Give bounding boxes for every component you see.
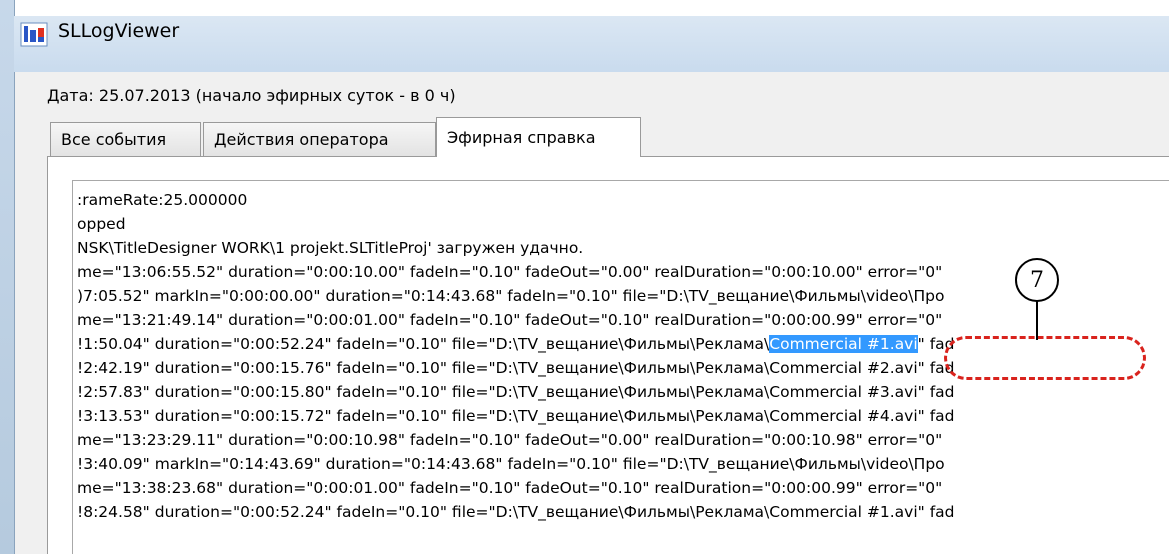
tab-label: Все события [61, 130, 167, 149]
callout-highlight-outline [944, 336, 1146, 380]
log-line: !2:57.83" duration="0:00:15.80" fadeIn="… [77, 383, 955, 401]
log-line: me="13:06:55.52" duration="0:00:10.00" f… [77, 263, 943, 281]
log-line: !3:40.09" markIn="0:14:43.69" duration="… [77, 455, 945, 473]
app-window: SLLogViewer Дата: 25.07.2013 (начало эфи… [0, 0, 1169, 554]
tab-operator-actions[interactable]: Действия оператора [203, 122, 436, 156]
tab-all-events[interactable]: Все события [50, 122, 201, 156]
log-line: me="13:21:49.14" duration="0:00:01.00" f… [77, 311, 943, 329]
window-frame-left [0, 0, 15, 554]
tab-broadcast-report[interactable]: Эфирная справка [436, 117, 641, 157]
log-line: :rameRate:25.000000 [77, 191, 248, 209]
log-line: me="13:23:29.11" duration="0:00:10.98" f… [77, 431, 943, 449]
log-line-prefix: !1:50.04" duration="0:00:52.24" fadeIn="… [77, 335, 770, 353]
log-line: !8:24.58" duration="0:00:52.24" fadeIn="… [77, 503, 955, 521]
log-line: !3:13.53" duration="0:00:15.72" fadeIn="… [77, 407, 955, 425]
tab-label: Эфирная справка [447, 128, 596, 147]
log-line: opped [77, 215, 126, 233]
date-label: Дата: 25.07.2013 (начало эфирных суток -… [47, 86, 456, 105]
log-line: )7:05.52" markIn="0:00:00.00" duration="… [77, 287, 945, 305]
tab-label: Действия оператора [214, 130, 389, 149]
log-viewer-app-icon [20, 22, 48, 47]
log-line-selected: !1:50.04" duration="0:00:52.24" fadeIn="… [77, 335, 955, 353]
selected-filename[interactable]: Commercial #1.avi [769, 335, 918, 353]
log-line: NSK\TitleDesigner WORK\1 projekt.SLTitle… [77, 239, 584, 257]
log-line: !2:42.19" duration="0:00:15.76" fadeIn="… [77, 359, 955, 377]
window-title: SLLogViewer [58, 20, 180, 42]
title-bar[interactable] [14, 16, 1169, 72]
callout-leader-line [1036, 300, 1038, 340]
log-line: me="13:38:23.68" duration="0:00:01.00" f… [77, 479, 943, 497]
callout-number-badge: 7 [1015, 258, 1059, 302]
